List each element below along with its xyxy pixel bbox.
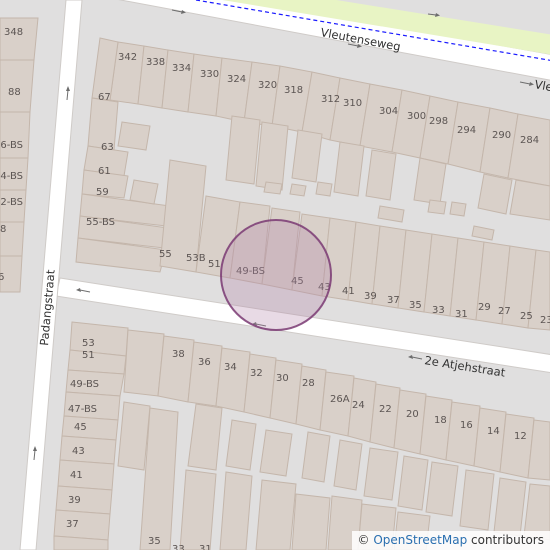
house-number: 29 bbox=[478, 302, 491, 313]
house-number: 24 bbox=[352, 400, 365, 411]
house-number: 31 bbox=[199, 544, 212, 550]
house-number: 12 bbox=[514, 431, 527, 442]
house-number: 34 bbox=[224, 362, 237, 373]
house-number: 43 bbox=[72, 446, 85, 457]
house-number: 41 bbox=[342, 286, 355, 297]
house-number: 82-BS bbox=[0, 197, 23, 208]
house-number: 310 bbox=[343, 98, 362, 109]
house-number: 324 bbox=[227, 74, 246, 85]
map-canvas[interactable]: Vleutenseweg Vle 2e Atjehstraat Padangst… bbox=[0, 0, 550, 550]
house-number: 41 bbox=[70, 470, 83, 481]
house-number: 27 bbox=[498, 306, 511, 317]
house-number: 51 bbox=[82, 350, 95, 361]
house-number: 290 bbox=[492, 130, 511, 141]
house-number: 55-BS bbox=[86, 217, 115, 228]
house-number: 284 bbox=[520, 135, 539, 146]
openstreetmap-link[interactable]: OpenStreetMap bbox=[373, 533, 467, 547]
house-number: 55 bbox=[159, 249, 172, 260]
house-number: 22 bbox=[379, 404, 392, 415]
house-number: 8 bbox=[0, 224, 6, 235]
house-number: 348 bbox=[4, 27, 23, 38]
house-number: 338 bbox=[146, 57, 165, 68]
house-number: 47-BS bbox=[68, 404, 97, 415]
house-number: 334 bbox=[172, 63, 191, 74]
house-number: 318 bbox=[284, 85, 303, 96]
house-number: 51 bbox=[208, 259, 221, 270]
house-number: 39 bbox=[68, 495, 81, 506]
house-number: 61 bbox=[98, 166, 111, 177]
house-number: 39 bbox=[364, 291, 377, 302]
house-number: 35 bbox=[409, 300, 422, 311]
house-number: 37 bbox=[387, 295, 400, 306]
house-number: 53B bbox=[186, 253, 206, 264]
house-number: 294 bbox=[457, 125, 476, 136]
house-number: 16 bbox=[460, 420, 473, 431]
house-number: 30 bbox=[276, 373, 289, 384]
location-highlight-circle bbox=[220, 219, 332, 331]
house-number: 63 bbox=[101, 142, 114, 153]
house-number: 330 bbox=[200, 69, 219, 80]
house-number: 312 bbox=[321, 94, 340, 105]
house-number: 33 bbox=[432, 305, 445, 316]
copyright-symbol: © bbox=[357, 533, 370, 547]
house-number: 28 bbox=[302, 378, 315, 389]
house-number: 32 bbox=[250, 368, 263, 379]
house-number: 298 bbox=[429, 116, 448, 127]
house-number: 23 bbox=[540, 315, 550, 326]
house-number: 31 bbox=[455, 309, 468, 320]
house-number: 25 bbox=[520, 311, 533, 322]
house-number: 18 bbox=[434, 415, 447, 426]
building-block-west bbox=[0, 17, 39, 293]
house-number: 37 bbox=[66, 519, 79, 530]
house-number: 67 bbox=[98, 92, 111, 103]
house-number: 14 bbox=[487, 426, 500, 437]
street-label-vleutenseweg-edge: Vle bbox=[533, 77, 550, 94]
house-number: 320 bbox=[258, 80, 277, 91]
house-number: 33 bbox=[172, 544, 185, 550]
house-number: 342 bbox=[118, 52, 137, 63]
house-number: 53 bbox=[82, 338, 95, 349]
house-number: 20 bbox=[406, 409, 419, 420]
house-number: 300 bbox=[407, 111, 426, 122]
map-view[interactable]: Vleutenseweg Vle 2e Atjehstraat Padangst… bbox=[0, 0, 550, 550]
house-number: 59 bbox=[96, 187, 109, 198]
house-number: 6 bbox=[0, 272, 4, 283]
house-number: 304 bbox=[379, 106, 398, 117]
map-attribution: © OpenStreetMap contributors bbox=[351, 531, 550, 550]
attribution-suffix: contributors bbox=[471, 533, 544, 547]
house-number: 38 bbox=[172, 349, 185, 360]
house-number: 49-BS bbox=[70, 379, 99, 390]
house-number: 84-BS bbox=[0, 171, 23, 182]
house-number: 26A bbox=[330, 394, 350, 405]
house-number: 86-BS bbox=[0, 140, 23, 151]
house-number: 45 bbox=[74, 422, 87, 433]
house-number: 36 bbox=[198, 357, 211, 368]
house-number: 88 bbox=[8, 87, 21, 98]
house-number: 35 bbox=[148, 536, 161, 547]
